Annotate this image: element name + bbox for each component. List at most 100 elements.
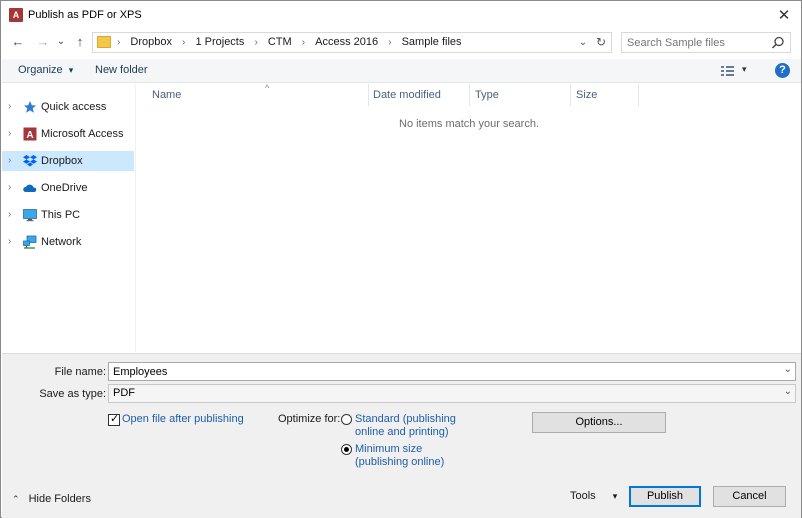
expand-chevron-icon[interactable]: › [8, 232, 18, 252]
cloud-icon [23, 184, 37, 192]
breadcrumb-separator[interactable]: › [302, 33, 305, 52]
access-icon: A [23, 127, 37, 141]
breadcrumb-separator[interactable]: › [182, 33, 185, 52]
optimize-minimum-label[interactable]: Minimum size (publishing online) [355, 443, 444, 469]
view-details-icon [721, 66, 734, 76]
change-view-button[interactable]: ▾ [720, 63, 752, 79]
computer-icon [23, 209, 37, 222]
view-caret-icon: ▾ [742, 64, 747, 74]
recent-locations-button[interactable]: ⌄ [55, 33, 67, 51]
organize-caret-icon: ▾ [68, 65, 74, 75]
organize-label: Organize [18, 64, 63, 76]
access-app-icon: A [9, 8, 23, 22]
publish-dialog: A Publish as PDF or XPS ✕ ← → ⌄ ↑ › Drop… [0, 0, 802, 518]
breadcrumb-separator[interactable]: › [254, 33, 257, 52]
breadcrumb-separator[interactable]: › [117, 33, 120, 52]
window-title: Publish as PDF or XPS [28, 9, 142, 21]
checkmark-icon: ✓ [110, 413, 120, 425]
file-name-label: File name: [54, 366, 106, 378]
file-name-field[interactable]: ⌄ [108, 362, 796, 381]
breadcrumb-access-2016[interactable]: Access 2016 [315, 33, 378, 52]
up-button[interactable]: ↑ [71, 33, 89, 51]
sidebar-item-microsoft-access[interactable]: › A Microsoft Access [2, 124, 134, 144]
sidebar-item-label: Quick access [41, 101, 107, 113]
hide-folders-button[interactable]: ⌃ Hide Folders [12, 493, 91, 505]
cancel-button[interactable]: Cancel [713, 486, 786, 507]
breadcrumb-separator[interactable]: › [388, 33, 391, 52]
close-button[interactable]: ✕ [767, 1, 801, 31]
forward-button[interactable]: → [34, 33, 52, 51]
optimize-standard-line1: Standard (publishing [355, 413, 456, 425]
help-icon[interactable]: ? [775, 63, 790, 78]
save-as-type-value: PDF [113, 387, 135, 399]
sidebar-item-label: OneDrive [41, 182, 88, 194]
expand-chevron-icon[interactable]: › [8, 97, 18, 117]
navigation-pane: › Quick access › A Microsoft Access › Dr… [2, 84, 136, 352]
breadcrumb-sample-files[interactable]: Sample files [402, 33, 462, 52]
column-header-name[interactable]: ^ Name [147, 83, 369, 106]
tools-label: Tools [570, 490, 596, 502]
save-as-type-select[interactable]: PDF ⌄ [108, 384, 796, 403]
options-button[interactable]: Options... [532, 412, 666, 433]
publish-button[interactable]: Publish [629, 486, 701, 507]
command-toolbar: Organize ▾ New folder ▾ ? [2, 59, 801, 83]
radio-selected-dot [344, 447, 349, 452]
optimize-standard-line2: online and printing) [355, 426, 449, 438]
search-box[interactable] [621, 32, 791, 53]
expand-chevron-icon[interactable]: › [8, 124, 18, 144]
column-header-date-modified[interactable]: Date modified [368, 84, 470, 106]
hide-folders-label: Hide Folders [28, 493, 91, 505]
expand-chevron-icon[interactable]: › [8, 205, 18, 225]
expand-chevron-icon[interactable]: › [8, 151, 18, 171]
network-icon [23, 235, 37, 249]
search-icon[interactable] [771, 36, 785, 50]
address-dropdown-button[interactable]: ⌄ [575, 33, 591, 52]
save-options-panel: File name: ⌄ Save as type: PDF ⌄ ✓ Open … [2, 353, 801, 518]
sidebar-item-label: Network [41, 236, 82, 248]
sidebar-item-quick-access[interactable]: › Quick access [2, 97, 134, 117]
optimize-minimum-radio[interactable] [341, 444, 352, 455]
sidebar-item-label: Microsoft Access [41, 128, 124, 140]
breadcrumb-projects[interactable]: 1 Projects [195, 33, 244, 52]
optimize-minimum-line2: (publishing online) [355, 456, 445, 468]
optimize-standard-radio[interactable] [341, 414, 352, 425]
sidebar-item-dropbox[interactable]: › Dropbox [2, 151, 134, 171]
optimize-standard-label[interactable]: Standard (publishing online and printing… [355, 413, 456, 439]
column-header-type[interactable]: Type [470, 84, 571, 106]
sidebar-item-onedrive[interactable]: › OneDrive [2, 178, 134, 198]
back-button[interactable]: ← [9, 33, 27, 51]
breadcrumb: › Dropbox › 1 Projects › CTM › Access 20… [117, 33, 462, 52]
file-name-dropdown-icon[interactable]: ⌄ [784, 364, 792, 375]
empty-results-message: No items match your search. [399, 118, 539, 130]
tools-caret-icon: ▾ [612, 491, 618, 501]
folder-icon [97, 36, 111, 48]
organize-button[interactable]: Organize ▾ [18, 64, 73, 76]
address-bar[interactable]: › Dropbox › 1 Projects › CTM › Access 20… [92, 32, 612, 53]
column-header-size[interactable]: Size [571, 84, 639, 106]
column-header-label: Name [152, 89, 182, 101]
optimize-minimum-line1: Minimum size [355, 443, 423, 455]
title-bar: A Publish as PDF or XPS ✕ [1, 1, 801, 31]
search-input[interactable] [627, 35, 767, 50]
sidebar-item-label: This PC [41, 209, 81, 221]
new-folder-button[interactable]: New folder [95, 64, 148, 76]
sidebar-item-network[interactable]: › Network [2, 232, 134, 252]
save-as-type-label: Save as type: [39, 388, 106, 400]
breadcrumb-ctm[interactable]: CTM [268, 33, 292, 52]
file-name-input[interactable] [113, 364, 773, 379]
file-list[interactable]: ^ Name Date modified Type Size No items … [137, 83, 801, 352]
sort-ascending-icon: ^ [265, 83, 270, 93]
sidebar-item-this-pc[interactable]: › This PC [2, 205, 134, 225]
save-as-type-dropdown-icon[interactable]: ⌄ [784, 386, 792, 397]
expand-chevron-icon[interactable]: › [8, 178, 18, 198]
sidebar-item-label: Dropbox [41, 155, 83, 167]
breadcrumb-dropbox[interactable]: Dropbox [130, 33, 172, 52]
refresh-button[interactable]: ↻ [593, 33, 609, 52]
optimize-for-label: Optimize for: [278, 413, 341, 425]
chevron-up-icon: ⌃ [12, 494, 20, 504]
star-icon [24, 101, 36, 113]
open-after-publishing-label[interactable]: Open file after publishing [122, 413, 244, 426]
tools-menu-button[interactable]: Tools ▾ [570, 490, 617, 502]
open-after-publishing-checkbox[interactable]: ✓ [108, 413, 120, 426]
dropbox-icon [23, 155, 37, 167]
